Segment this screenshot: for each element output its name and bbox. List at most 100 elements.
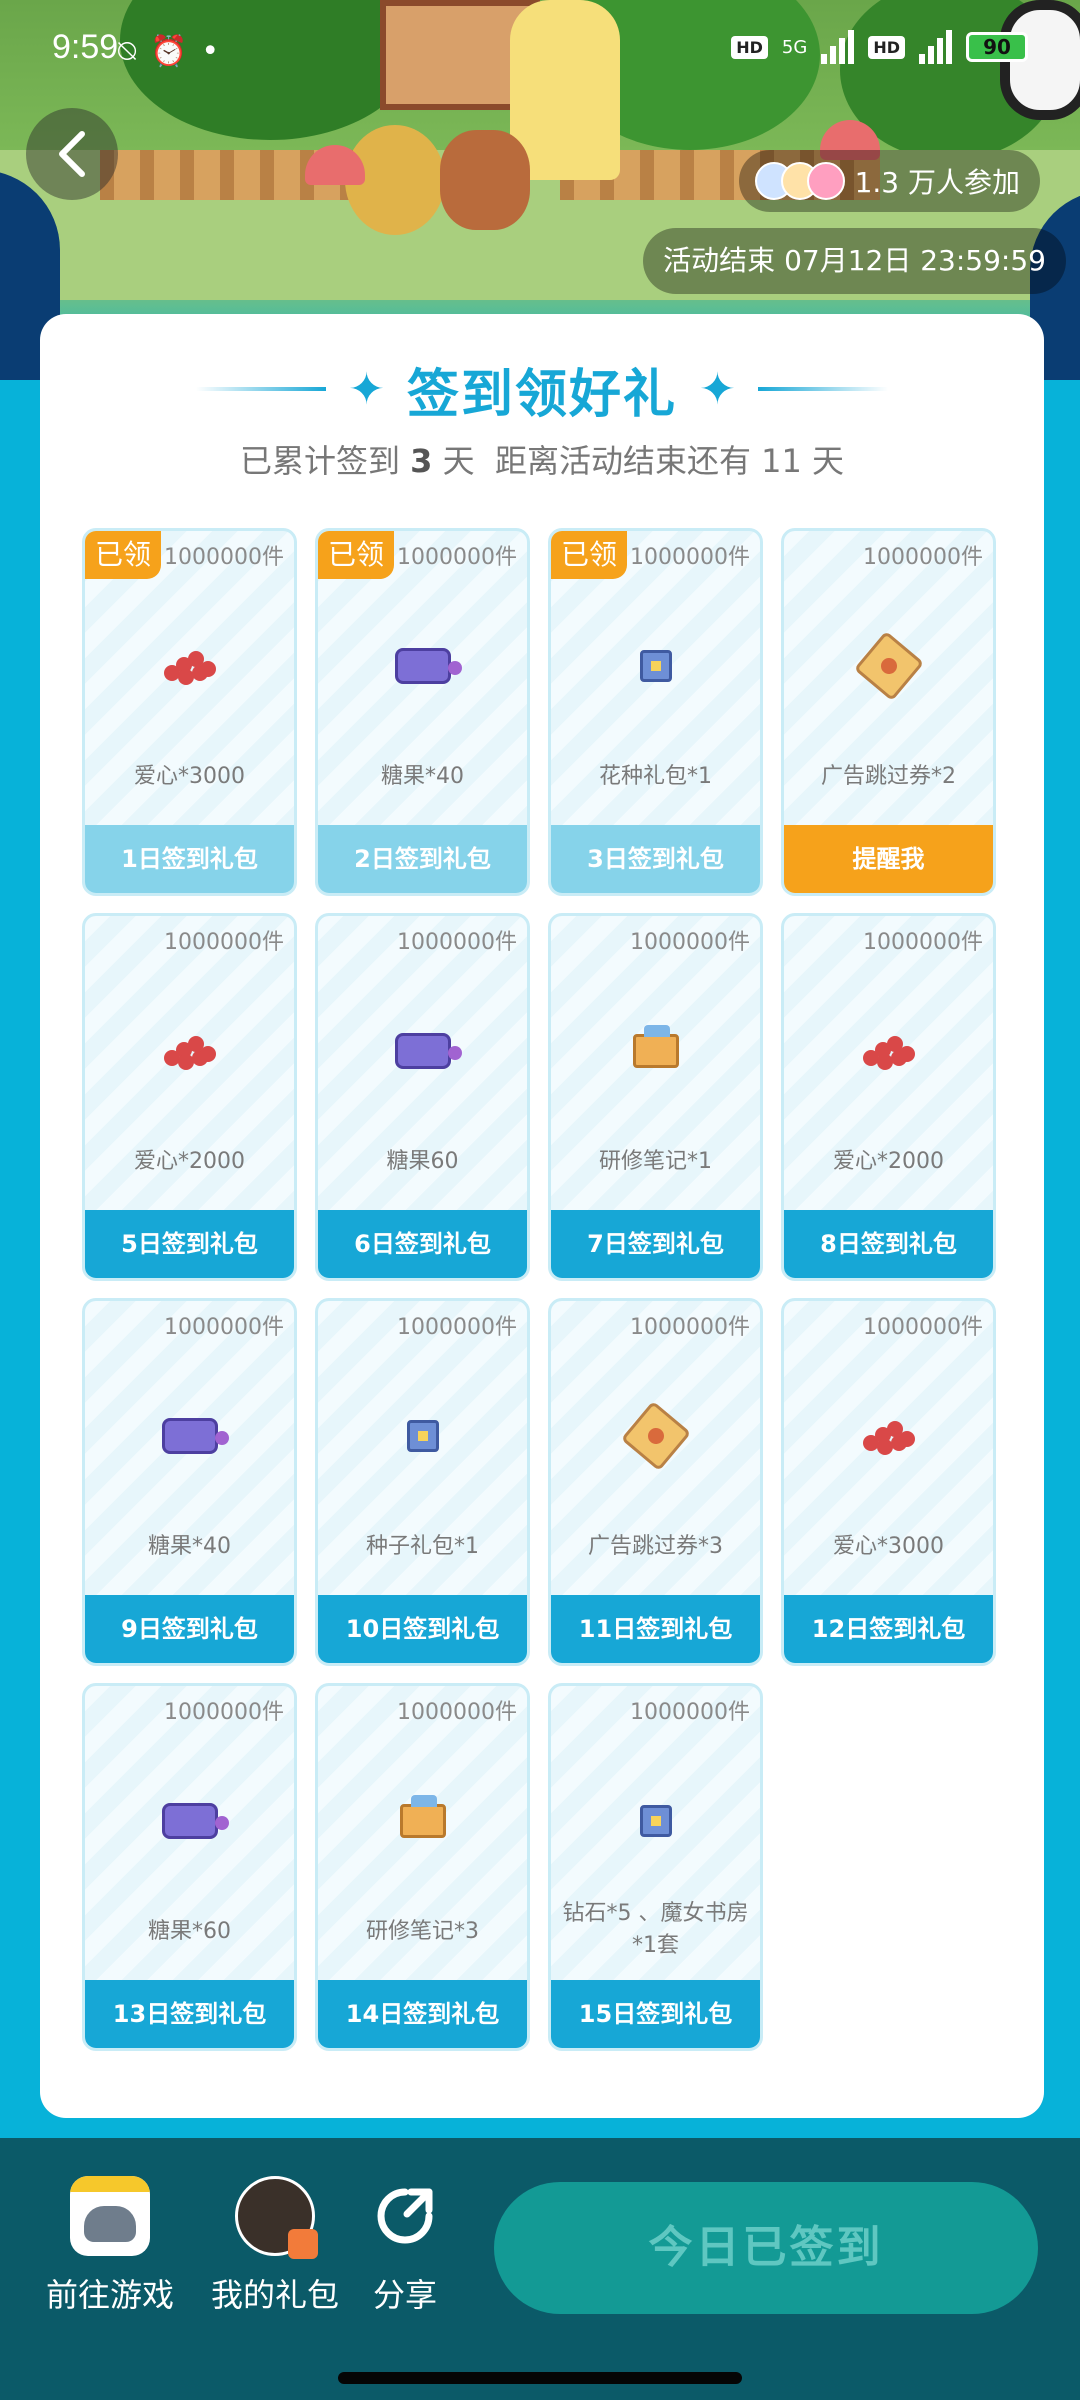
gift-name: 糖果*40 (381, 764, 464, 789)
gift-claim-button[interactable]: 12日签到礼包 (784, 1595, 993, 1663)
gift-card: 已领 1000000件花种礼包*1 3日签到礼包 (548, 528, 763, 896)
gift-stock: 1000000件 (863, 1315, 983, 1340)
gift-card: 1000000件 研修笔记*1 7日签到礼包 (548, 913, 763, 1281)
activity-end-time: 活动结束 07月12日 23:59:59 (643, 228, 1066, 294)
card-title: 签到领好礼 (406, 364, 677, 425)
gift-card: 1000000件 爱心*2000 5日签到礼包 (82, 913, 297, 1281)
gift-name: 糖果*60 (148, 1919, 231, 1944)
candy-icon (161, 1803, 229, 1839)
heart-icon (163, 647, 216, 685)
participant-avatars (754, 162, 845, 200)
gift-stock: 1000000件 (863, 930, 983, 955)
gift-card: 1000000件广告跳过券*3 11日签到礼包 (548, 1298, 763, 1666)
signed-days: 3 (410, 442, 433, 480)
signal-icon (919, 30, 952, 64)
gift-icon-wrap (318, 631, 527, 701)
claimed-badge: 已领 (551, 531, 627, 579)
heart-icon (862, 1417, 915, 1455)
gift-claim-button[interactable]: 2日签到礼包 (318, 825, 527, 893)
status-right: HD 5G HD 90 (731, 30, 1028, 64)
gift-card: 1000000件广告跳过券*2 提醒我 (781, 528, 996, 896)
hd-icon: HD (868, 35, 905, 59)
remaining-days: 11 (761, 442, 802, 480)
gift-card: 1000000件 爱心*2000 8日签到礼包 (781, 913, 996, 1281)
gift-claim-button[interactable]: 13日签到礼包 (85, 1980, 294, 2048)
gift-stock: 1000000件 (397, 1700, 517, 1725)
gift-card: 已领 1000000件 糖果*40 2日签到礼包 (315, 528, 530, 896)
share-button[interactable]: 分享 (330, 2176, 480, 2316)
heart-icon (163, 1032, 216, 1070)
gift-claim-button[interactable]: 6日签到礼包 (318, 1210, 527, 1278)
gift-claim-button[interactable]: 3日签到礼包 (551, 825, 760, 893)
gift-claim-button[interactable]: 7日签到礼包 (551, 1210, 760, 1278)
progress-mid: 天 距离活动结束还有 (442, 442, 751, 480)
gift-icon-wrap (551, 1016, 760, 1086)
gift-stock: 1000000件 (630, 1315, 750, 1340)
gift-card: 1000000件 糖果*40 9日签到礼包 (82, 1298, 297, 1666)
sparkle-icon: ✦ (348, 363, 385, 415)
gift-icon-wrap (85, 1401, 294, 1471)
back-button[interactable] (26, 108, 118, 200)
gift-card: 1000000件种子礼包*1 10日签到礼包 (315, 1298, 530, 1666)
gift-icon-wrap (85, 1016, 294, 1086)
gift-name: 爱心*2000 (134, 1149, 245, 1174)
gift-stock: 1000000件 (397, 1315, 517, 1340)
sparkle-icon: ✦ (699, 363, 736, 415)
chevron-left-icon (59, 131, 85, 177)
gift-icon-wrap (551, 631, 760, 701)
gift-name: 糖果*40 (148, 1534, 231, 1559)
card-title-row: ✦ 签到领好礼 ✦ (40, 354, 1044, 425)
signin-card: ✦ 签到领好礼 ✦ 已累计签到 3 天 距离活动结束还有 11 天 已领 1000… (40, 314, 1044, 2118)
signed-today-button[interactable]: 今日已签到 (494, 2182, 1038, 2314)
chest-icon (406, 1420, 439, 1452)
network-label: 5G (781, 36, 808, 58)
gift-claim-button[interactable]: 9日签到礼包 (85, 1595, 294, 1663)
gift-claim-button[interactable]: 10日签到礼包 (318, 1595, 527, 1663)
gift-icon-wrap (318, 1401, 527, 1471)
gift-stock: 1000000件 (863, 545, 983, 570)
title-divider (196, 387, 327, 391)
gift-stock: 1000000件 (630, 545, 750, 570)
gift-stock: 1000000件 (397, 545, 517, 570)
gift-name: 爱心*3000 (134, 764, 245, 789)
gift-stock: 1000000件 (630, 1700, 750, 1725)
gift-icon-wrap (551, 1400, 760, 1472)
gift-claim-button[interactable]: 15日签到礼包 (551, 1980, 760, 2048)
title-divider (757, 387, 888, 391)
gift-name: 种子礼包*1 (366, 1534, 479, 1559)
gift-claim-button[interactable]: 8日签到礼包 (784, 1210, 993, 1278)
gift-claim-button[interactable]: 1日签到礼包 (85, 825, 294, 893)
go-to-game-button[interactable]: 前往游戏 (30, 2176, 190, 2316)
gift-card: 1000000件钻石*5 、魔女书房*1套 15日签到礼包 (548, 1683, 763, 2051)
signal-icon (821, 30, 855, 64)
banner-tree (120, 0, 420, 140)
gift-claim-button[interactable]: 11日签到礼包 (551, 1595, 760, 1663)
gift-card: 1000000件 糖果*60 13日签到礼包 (82, 1683, 297, 2051)
gift-icon-wrap (551, 1786, 760, 1856)
gift-icon-wrap (784, 1016, 993, 1086)
hd-icon: HD (731, 35, 768, 59)
gift-claim-button[interactable]: 5日签到礼包 (85, 1210, 294, 1278)
status-notification-icons: ⍉ ⏰ • (118, 34, 219, 69)
share-label: 分享 (372, 2276, 437, 2314)
gift-icon-wrap (318, 1786, 527, 1856)
gift-icon-wrap (318, 1016, 527, 1086)
remind-me-button[interactable]: 提醒我 (784, 825, 993, 893)
book-icon (399, 1795, 446, 1838)
gift-name: 广告跳过券*3 (588, 1534, 723, 1559)
gift-card: 已领 1000000件爱心*3000 1日签到礼包 (82, 528, 297, 896)
status-time: 9:59 (52, 28, 119, 66)
candy-icon (394, 1033, 462, 1069)
gift-name: 花种礼包*1 (599, 764, 712, 789)
claimed-badge: 已领 (85, 531, 161, 579)
alarm-icon: ⏰ (150, 34, 188, 69)
gift-name: 广告跳过券*2 (821, 764, 956, 789)
gift-claim-button[interactable]: 14日签到礼包 (318, 1980, 527, 2048)
gift-name: 糖果60 (386, 1149, 459, 1174)
home-indicator[interactable] (338, 2372, 742, 2384)
gift-name: 钻石*5 、魔女书房*1套 (562, 1901, 749, 1958)
candy-icon (394, 648, 462, 684)
go-to-game-label: 前往游戏 (45, 2276, 174, 2314)
gift-stock: 1000000件 (164, 545, 284, 570)
share-icon (365, 2176, 445, 2256)
